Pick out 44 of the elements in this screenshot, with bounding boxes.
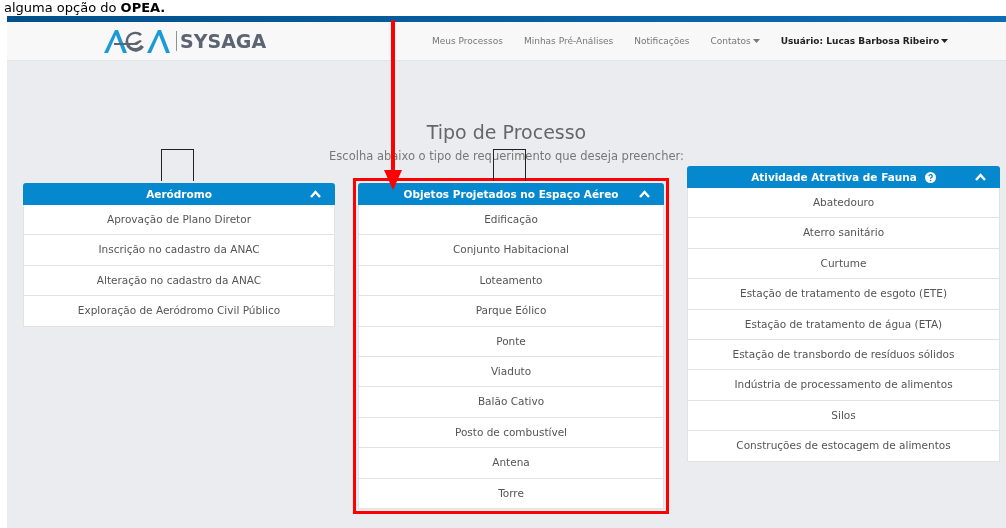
process-type-item[interactable]: Balão Cativo	[358, 387, 664, 418]
process-type-item[interactable]: Aprovação de Plano Diretor	[23, 205, 335, 236]
process-type-item[interactable]: Silos	[687, 400, 1000, 432]
process-type-item[interactable]: Antena	[358, 448, 664, 479]
caption-text: alguma opção do OPEA.	[3, 0, 167, 16]
process-type-item[interactable]: Estação de transbordo de resíduos sólidos	[687, 339, 1000, 371]
process-type-item[interactable]: Ponte	[358, 326, 664, 357]
panel-header[interactable]: Objetos Projetados no Espaço Aéreo	[358, 183, 664, 205]
nav-link[interactable]: Contatos	[710, 36, 760, 46]
process-type-item[interactable]: Estação de tratamento de água (ETA)	[687, 309, 1000, 340]
process-type-item[interactable]: Alteração no cadastro da ANAC	[23, 265, 335, 297]
process-type-item[interactable]: Construções de estocagem de alimentos	[687, 431, 1000, 462]
process-type-item[interactable]: Posto de combustível	[358, 417, 664, 449]
nav-link[interactable]: Minhas Pré-Análises	[523, 36, 614, 46]
process-type-item[interactable]: Curtume	[687, 248, 1000, 280]
process-type-item[interactable]: Abatedouro	[687, 188, 1000, 219]
caret-icon	[941, 39, 949, 43]
process-type-item[interactable]: Torre	[358, 478, 664, 509]
process-type-item[interactable]: Indústria de processamento de alimentos	[687, 370, 1000, 401]
panel-header[interactable]: Atividade Atrativa de Fauna	[687, 166, 1000, 188]
chevron-up-icon[interactable]	[310, 190, 321, 198]
panel-title: Atividade Atrativa de Fauna	[751, 171, 917, 183]
brand-name: SYSAGA	[176, 31, 267, 51]
process-type-item[interactable]: Parque Eólico	[358, 296, 664, 327]
chevron-up-icon[interactable]	[639, 190, 650, 198]
user-menu[interactable]: Usuário: Lucas Barbosa Ribeiro	[780, 36, 949, 46]
process-type-item[interactable]: Estação de tratamento de esgoto (ETE)	[687, 279, 1000, 310]
logo-icon	[102, 28, 172, 54]
caret-icon	[752, 39, 760, 43]
process-type-item[interactable]: Edificação	[358, 205, 664, 236]
process-type-item[interactable]: Inscrição no cadastro da ANAC	[23, 235, 335, 266]
nav-link[interactable]: Notificações	[634, 36, 690, 46]
panel-title: Objetos Projetados no Espaço Aéreo	[403, 188, 619, 200]
process-type-item[interactable]: Loteamento	[358, 265, 664, 297]
page-title: Tipo de Processo	[425, 121, 588, 143]
help-icon[interactable]	[924, 171, 936, 183]
process-type-item[interactable]: Aterro sanitário	[687, 218, 1000, 249]
panel-title: Aeródromo	[146, 188, 212, 200]
chevron-up-icon[interactable]	[975, 173, 986, 181]
process-type-item[interactable]: Viaduto	[358, 356, 664, 388]
process-type-item[interactable]: Exploração de Aeródromo Civil Público	[23, 296, 335, 327]
nav-link[interactable]: Meus Processos	[432, 36, 503, 46]
panel-header[interactable]: Aeródromo	[23, 183, 335, 205]
process-type-item[interactable]: Conjunto Habitacional	[358, 235, 664, 266]
